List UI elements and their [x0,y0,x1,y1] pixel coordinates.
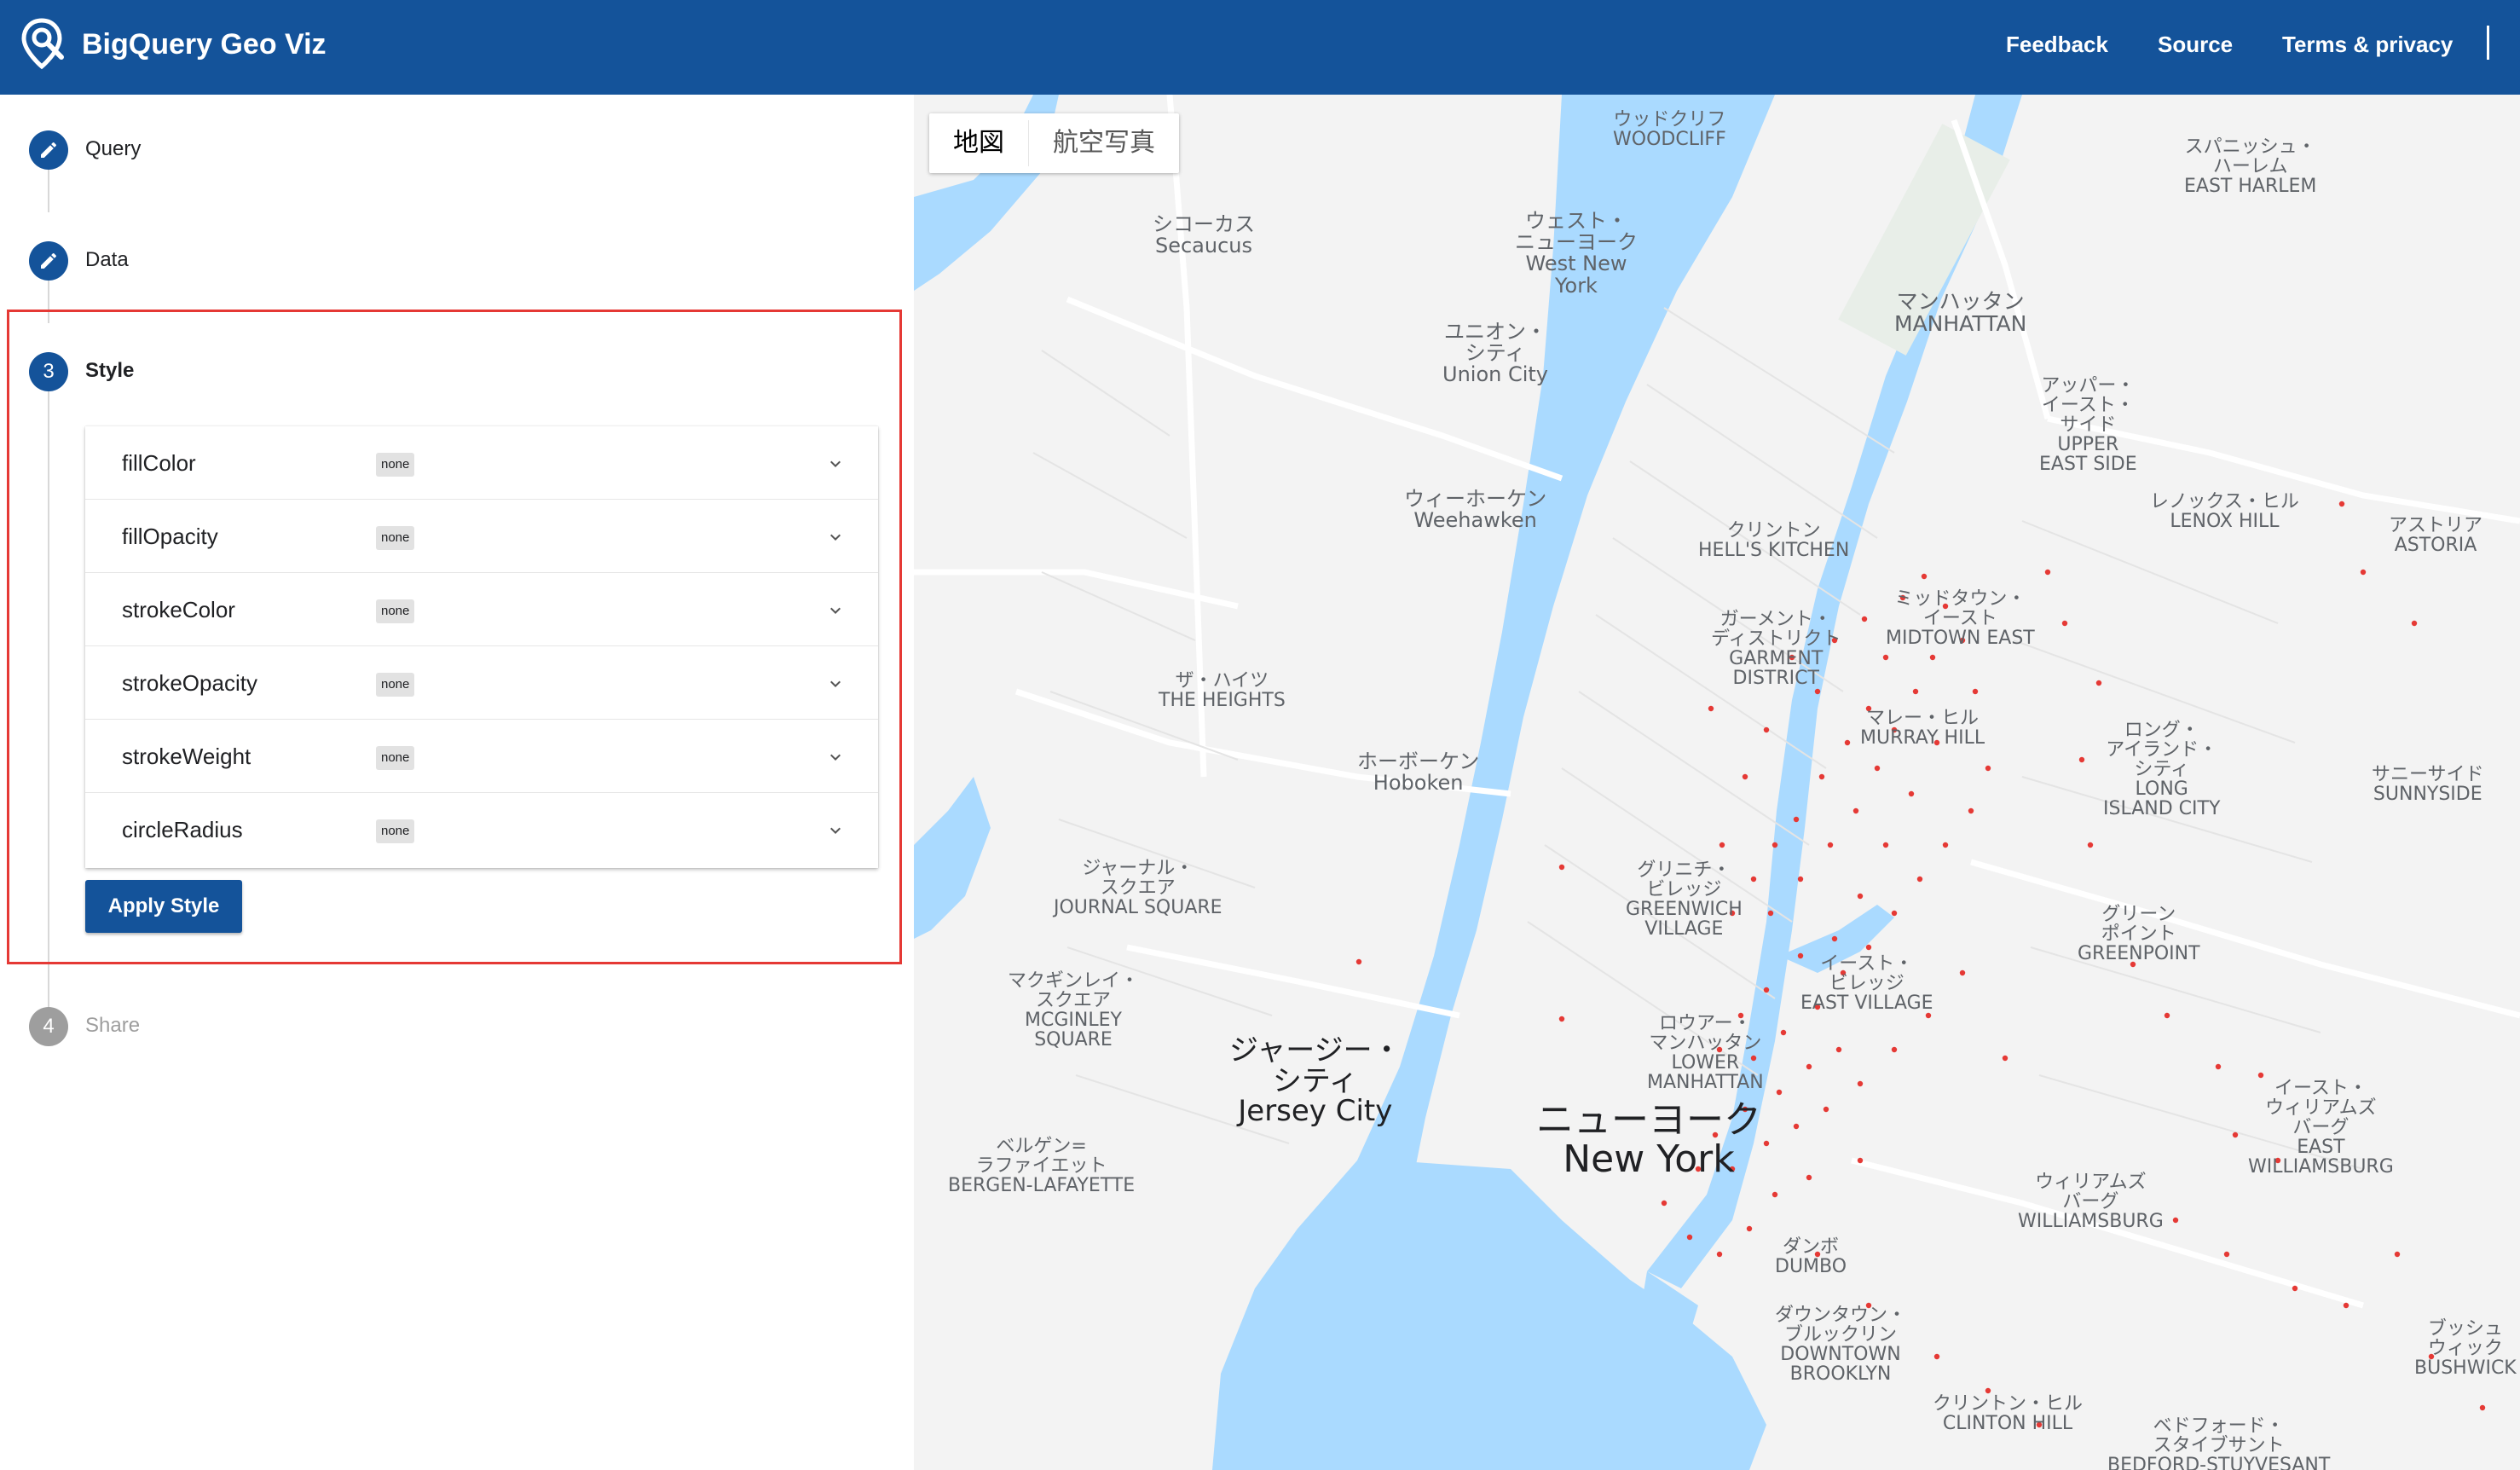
property-mode-badge: none [376,453,415,477]
step-4-indicator[interactable]: 4 [29,1007,68,1046]
style-property-circleradius[interactable]: circleRadius none [85,793,878,866]
property-name: strokeWeight [122,744,251,769]
feedback-link[interactable]: Feedback [2006,29,2108,60]
map-label-jersey-city: ジャージー・ シティ Jersey City [1229,1033,1402,1129]
map-label-the-heights: ザ・ハイツ THE HEIGHTS [1159,670,1286,712]
step-3-indicator[interactable]: 3 [29,352,68,391]
style-properties-panel: fillColor none fillOpacity none strokeCo… [85,426,878,868]
property-mode-badge: none [376,599,415,623]
style-property-strokeweight[interactable]: strokeWeight none [85,720,878,793]
map-label-manhattan: マンハッタン MANHATTAN [1894,289,2027,337]
map-label-lenox-hill: レノックス・ヒル LENOX HILL [2150,491,2299,533]
property-name: circleRadius [122,817,243,842]
property-name: fillOpacity [122,524,218,549]
map-label-midtown-east: ミッドタウン・ イースト MIDTOWN EAST [1886,588,2035,650]
chevron-down-icon[interactable] [825,747,846,767]
style-property-strokecolor[interactable]: strokeColor none [85,573,878,646]
chevron-down-icon[interactable] [825,674,846,694]
property-name: fillColor [122,450,196,476]
map-label-bushwick: ブッシュ ウィック BUSHWICK [2414,1318,2517,1380]
terms-privacy-link[interactable]: Terms & privacy [2282,29,2453,60]
map-label-dumbo: ダンボ DUMBO [1775,1236,1847,1278]
map-view[interactable]: 地図 航空写真 ウッドクリフ WOODCLIFF スパニッシュ・ ハーレム EAST … [914,95,2520,1470]
property-name: strokeOpacity [122,670,257,696]
map-label-west-new-york: ウェスト・ ニューヨーク West New York [1515,209,1638,298]
map-label-bedford-stuyvesant: ベドフォード・ スタイブサント BEDFORD-STUYVESANT [2107,1415,2331,1470]
source-link[interactable]: Source [2158,29,2233,60]
property-mode-badge: none [376,673,415,697]
style-property-strokeopacity[interactable]: strokeOpacity none [85,646,878,720]
map-label-journal-square: ジャーナル・ スクエア JOURNAL SQUARE [1054,858,1222,919]
step-2-indicator[interactable] [29,241,68,281]
map-label-upper-east-side: アッパー・ イースト・ サイド UPPER EAST SIDE [2039,375,2137,476]
map-label-murray-hill: マレー・ヒル MURRAY HILL [1860,708,1985,749]
pencil-icon [41,142,57,158]
property-name: strokeColor [122,597,235,622]
step-label-style[interactable]: Style [85,357,134,385]
step-label-share[interactable]: Share [85,1012,140,1039]
step-label-data[interactable]: Data [85,246,129,274]
stepper-panel: Query Data 3 Style fillColor none fillOp… [0,95,914,1470]
map-label-greenpoint: グリーン ポイント GREENPOINT [2078,904,2200,965]
map-label-east-village: イースト・ ビレッジ EAST VILLAGE [1800,953,1933,1015]
map-label-mcginley-square: マクギンレイ・ スクエア MCGINLEY SQUARE [1008,970,1140,1051]
chevron-down-icon[interactable] [825,527,846,547]
map-type-toggle: 地図 航空写真 [929,113,1179,173]
map-label-downtown-brooklyn: ダウンタウン・ ブルックリン DOWNTOWN BROOKLYN [1775,1305,1907,1386]
step-connector [48,165,49,212]
header-divider [2487,26,2489,60]
property-mode-badge: none [376,819,415,843]
step-connector [48,383,49,1031]
map-label-east-harlem: スパニッシュ・ ハーレム EAST HARLEM [2184,136,2317,198]
style-property-fillcolor[interactable]: fillColor none [85,426,878,500]
property-mode-badge: none [376,746,415,770]
map-label-astoria: アストリア ASTORIA [2389,515,2483,557]
geo-viz-logo-icon [21,18,64,70]
map-label-hoboken: ホーボーケン Hoboken [1357,749,1480,796]
map-label-greenwich-village: グリニチ・ ビレッジ GREENWICH VILLAGE [1626,859,1743,940]
map-label-weehawken: ウィーホーケン Weehawken [1404,487,1547,533]
map-type-roadmap-button[interactable]: 地図 [929,113,1028,173]
style-property-fillopacity[interactable]: fillOpacity none [85,500,878,573]
map-label-east-williamsburg: イースト・ ウィリアムズ バーグ EAST WILLIAMSBURG [2248,1078,2394,1178]
map-label-williamsburg: ウィリアムズ バーグ WILLIAMSBURG [2018,1172,2164,1233]
chevron-down-icon[interactable] [825,600,846,621]
app-header: BigQuery Geo Viz Feedback Source Terms &… [0,0,2520,95]
step-1-indicator[interactable] [29,130,68,170]
map-label-sunnyside: サニーサイド SUNNYSIDE [2372,764,2484,806]
map-label-union-city: ユニオン・ シティ Union City [1442,320,1549,387]
chevron-down-icon[interactable] [825,820,846,841]
property-mode-badge: none [376,526,415,550]
map-label-bergen-lafayette: ベルゲン= ラファイエット BERGEN-LAFAYETTE [948,1136,1136,1197]
map-label-woodcliff: ウッドクリフ WOODCLIFF [1613,109,1726,151]
map-label-long-island-city: ロング・ アイランド・ シティ LONG ISLAND CITY [2103,720,2221,820]
map-label-lower-manhattan: ロウアー・ マンハッタン LOWER MANHATTAN [1647,1013,1764,1094]
map-label-garment-district: ガーメント・ ディストリクト GARMENT DISTRICT [1711,609,1841,690]
map-label-secaucus: シコーカス Secaucus [1153,212,1255,258]
step-label-query[interactable]: Query [85,136,141,163]
map-base-layer [914,95,2520,1470]
apply-style-button[interactable]: Apply Style [85,880,242,933]
map-label-new-york: ニューヨーク New York [1536,1098,1761,1182]
map-type-satellite-button[interactable]: 航空写真 [1029,113,1179,173]
chevron-down-icon[interactable] [825,454,846,474]
app-title: BigQuery Geo Viz [82,28,327,61]
pencil-icon [41,252,57,269]
map-label-hells-kitchen: クリントン HELL'S KITCHEN [1698,520,1850,562]
map-label-clinton-hill: クリントン・ヒル CLINTON HILL [1933,1393,2084,1435]
